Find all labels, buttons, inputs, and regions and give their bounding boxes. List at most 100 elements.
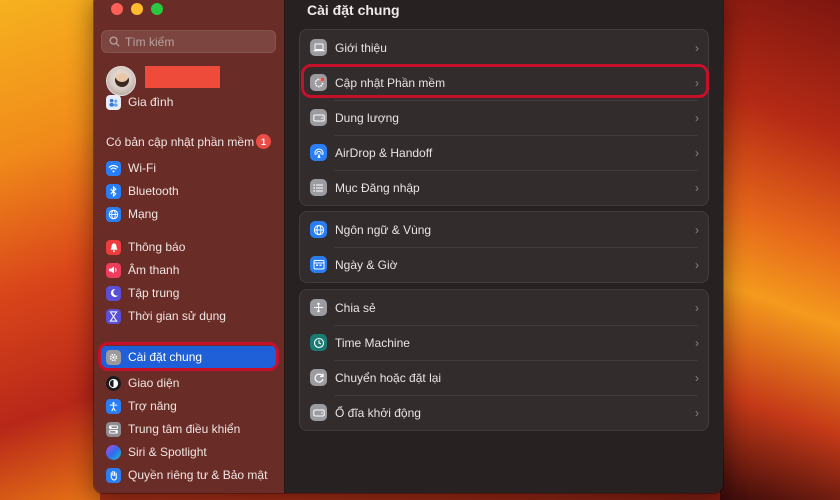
moon-icon	[106, 285, 121, 301]
accessibility-icon	[106, 398, 121, 414]
hourglass-icon	[106, 308, 121, 324]
sidebar-item-label: Tập trung	[128, 286, 180, 300]
settings-window: Gia đình Có bản cập nhật phần mềm 1 Wi-F…	[93, 0, 724, 494]
clock-icon	[310, 334, 327, 351]
bluetooth-icon	[106, 183, 121, 199]
page-title: Cài đặt chung	[307, 2, 400, 18]
settings-row-date-time[interactable]: Ngày & Giờ ›	[300, 247, 708, 282]
list-icon	[310, 179, 327, 196]
settings-group-1: Giới thiệu › Cập nhật Phần mềm › Dung lư…	[299, 29, 709, 206]
sidebar-item-label: Trung tâm điều khiển	[128, 422, 241, 436]
sidebar-item-sound[interactable]: Âm thanh	[99, 259, 279, 281]
laptop-icon	[310, 39, 327, 56]
row-label: Chia sẻ	[335, 300, 376, 315]
sidebar-item-label: Quyền riêng tư & Bảo mật	[128, 468, 268, 482]
chevron-right-icon: ›	[695, 222, 699, 237]
network-globe-icon	[106, 206, 121, 222]
control-center-icon	[106, 421, 121, 437]
settings-row-about[interactable]: Giới thiệu ›	[300, 30, 708, 65]
settings-row-sharing[interactable]: Chia sẻ ›	[300, 290, 708, 325]
settings-row-startup-disk[interactable]: Ổ đĩa khởi động ›	[300, 395, 708, 430]
row-label: Mục Đăng nhập	[335, 180, 420, 195]
sidebar-item-appearance[interactable]: Giao diện	[99, 372, 279, 394]
sidebar-item-siri-spotlight[interactable]: Siri & Spotlight	[99, 441, 279, 463]
sidebar-item-accessibility[interactable]: Trợ năng	[99, 395, 279, 417]
settings-row-login-items[interactable]: Mục Đăng nhập ›	[300, 170, 708, 205]
sidebar-item-label: Thông báo	[128, 240, 186, 254]
globe-icon	[310, 221, 327, 238]
row-label: AirDrop & Handoff	[335, 145, 433, 160]
sidebar: Gia đình Có bản cập nhật phần mềm 1 Wi-F…	[94, 0, 285, 493]
search-input[interactable]	[125, 34, 265, 49]
row-label: Ngôn ngữ & Vùng	[335, 222, 432, 237]
update-badge: 1	[256, 134, 271, 149]
search-icon	[109, 36, 120, 47]
bell-icon	[106, 239, 121, 255]
sidebar-item-privacy-security[interactable]: Quyền riêng tư & Bảo mật	[99, 464, 279, 486]
sidebar-item-label: Trợ năng	[128, 399, 177, 413]
settings-row-transfer-reset[interactable]: Chuyển hoặc đặt lại ›	[300, 360, 708, 395]
sidebar-item-label: Siri & Spotlight	[128, 445, 207, 459]
chevron-right-icon: ›	[695, 370, 699, 385]
chevron-right-icon: ›	[695, 335, 699, 350]
wallpaper-right	[720, 0, 840, 500]
speaker-icon	[106, 262, 121, 278]
minimize-button[interactable]	[131, 3, 143, 15]
sidebar-item-bluetooth[interactable]: Bluetooth	[99, 180, 279, 202]
row-label: Time Machine	[335, 335, 410, 350]
settings-row-time-machine[interactable]: Time Machine ›	[300, 325, 708, 360]
sidebar-item-label: Mạng	[128, 207, 159, 221]
siri-icon	[106, 444, 121, 460]
row-label: Dung lượng	[335, 110, 399, 125]
chevron-right-icon: ›	[695, 180, 699, 195]
window-controls	[111, 3, 163, 15]
chevron-right-icon: ›	[695, 110, 699, 125]
drive-icon	[310, 109, 327, 126]
software-update-highlight-outline	[301, 64, 709, 98]
wifi-icon	[106, 160, 121, 176]
row-label: Chuyển hoặc đặt lại	[335, 370, 442, 385]
settings-row-storage[interactable]: Dung lượng ›	[300, 100, 708, 135]
sidebar-item-label: Bluetooth	[128, 184, 179, 198]
row-label: Giới thiệu	[335, 40, 387, 55]
sidebar-item-label: Wi-Fi	[128, 161, 156, 175]
update-notice-label: Có bản cập nhật phần mềm	[106, 134, 255, 149]
startup-disk-icon	[310, 404, 327, 421]
reset-icon	[310, 369, 327, 386]
hand-icon	[106, 467, 121, 483]
redacted-name	[145, 66, 220, 88]
chevron-right-icon: ›	[695, 405, 699, 420]
sidebar-item-label: Giao diện	[128, 376, 180, 390]
zoom-button[interactable]	[151, 3, 163, 15]
sidebar-item-label: Âm thanh	[128, 263, 180, 277]
settings-group-2: Ngôn ngữ & Vùng › Ngày & Giờ ›	[299, 211, 709, 283]
search-field[interactable]	[101, 30, 276, 53]
row-label: Ngày & Giờ	[335, 257, 398, 272]
chevron-right-icon: ›	[695, 145, 699, 160]
family-icon	[106, 94, 121, 110]
sidebar-item-wifi[interactable]: Wi-Fi	[99, 157, 279, 179]
sidebar-item-focus[interactable]: Tập trung	[99, 282, 279, 304]
share-icon	[310, 299, 327, 316]
row-label: Ổ đĩa khởi động	[335, 405, 421, 420]
sidebar-item-control-center[interactable]: Trung tâm điều khiển	[99, 418, 279, 440]
airdrop-icon	[310, 144, 327, 161]
settings-group-3: Chia sẻ › Time Machine › Chuyển hoặc đặt…	[299, 289, 709, 431]
sidebar-item-network[interactable]: Mạng	[99, 203, 279, 225]
software-update-notice[interactable]: Có bản cập nhật phần mềm 1	[106, 134, 271, 149]
settings-row-airdrop-handoff[interactable]: AirDrop & Handoff ›	[300, 135, 708, 170]
sidebar-item-label: Gia đình	[128, 95, 174, 109]
sidebar-item-notifications[interactable]: Thông báo	[99, 236, 279, 258]
sidebar-item-family[interactable]: Gia đình	[99, 91, 279, 113]
calendar-icon	[310, 256, 327, 273]
sidebar-item-screen-time[interactable]: Thời gian sử dụng	[99, 305, 279, 327]
chevron-right-icon: ›	[695, 257, 699, 272]
settings-row-language-region[interactable]: Ngôn ngữ & Vùng ›	[300, 212, 708, 247]
main-panel: Cài đặt chung Giới thiệu › Cập nhật Phần…	[285, 0, 723, 493]
chevron-right-icon: ›	[695, 300, 699, 315]
close-button[interactable]	[111, 3, 123, 15]
appearance-icon	[106, 375, 121, 391]
chevron-right-icon: ›	[695, 40, 699, 55]
wallpaper-left	[0, 0, 100, 500]
sidebar-item-label: Thời gian sử dụng	[128, 309, 226, 323]
